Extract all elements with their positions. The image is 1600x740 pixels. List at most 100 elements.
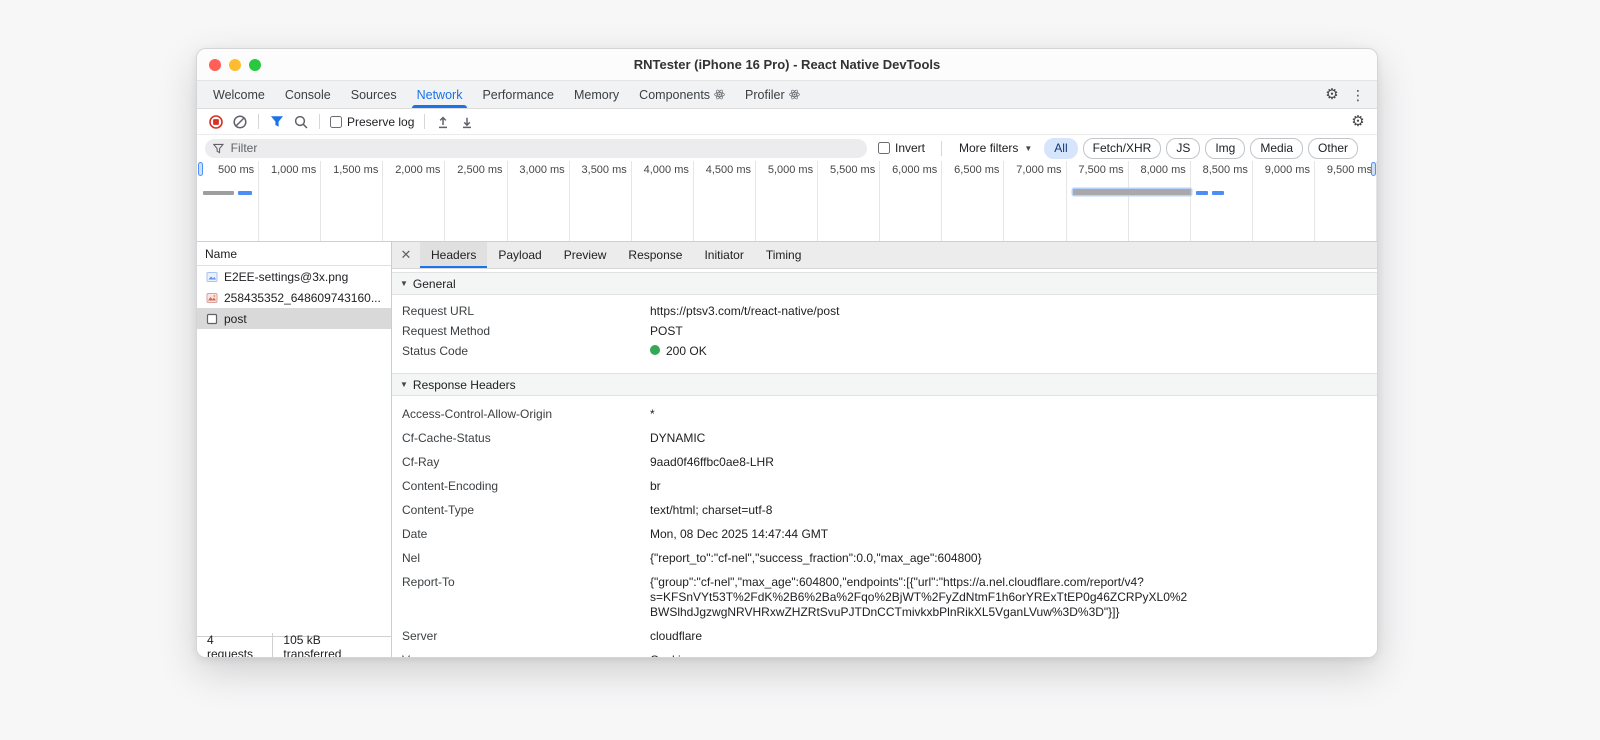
timeline-tick: 7,000 ms bbox=[1004, 161, 1067, 241]
header-row: Cf-Ray 9aad0f46ffbc0ae8-LHR bbox=[392, 450, 1377, 474]
tab-memory[interactable]: Memory bbox=[564, 81, 629, 108]
detail-tab-headers[interactable]: Headers bbox=[420, 242, 488, 268]
section-rows: Request URL https://ptsv3.com/t/react-nat… bbox=[392, 295, 1377, 365]
export-har-button[interactable] bbox=[456, 112, 478, 132]
waterfall-bar-blue bbox=[1195, 191, 1209, 195]
timeline-tick: 6,000 ms bbox=[880, 161, 943, 241]
tab-sources[interactable]: Sources bbox=[341, 81, 407, 108]
minimize-window-button[interactable] bbox=[229, 58, 241, 71]
header-value-text: DYNAMIC bbox=[650, 430, 706, 445]
more-filters-dropdown[interactable]: More filters ▼ bbox=[955, 141, 1036, 155]
request-name: 258435352_648609743160... bbox=[224, 290, 381, 305]
header-value-text: https://ptsv3.com/t/react-native/post bbox=[650, 303, 840, 318]
request-count: 4 requests bbox=[207, 633, 254, 658]
network-content: Name E2EE-settings@3x.png 258435352_64860… bbox=[197, 242, 1377, 657]
tab-console[interactable]: Console bbox=[275, 81, 341, 108]
disclosure-triangle-icon: ▼ bbox=[400, 380, 408, 389]
chip-other[interactable]: Other bbox=[1308, 137, 1359, 159]
more-options-icon[interactable]: ⋮ bbox=[1347, 84, 1369, 106]
tab-welcome[interactable]: Welcome bbox=[203, 81, 275, 108]
import-har-button[interactable] bbox=[432, 112, 454, 132]
tab-bar-actions: ⚙ ⋮ bbox=[1321, 81, 1377, 108]
invert-filter-toggle[interactable]: Invert bbox=[875, 141, 928, 155]
filter-toggle-button[interactable] bbox=[266, 112, 288, 132]
detail-tab-payload[interactable]: Payload bbox=[487, 242, 552, 268]
chip-all[interactable]: All bbox=[1044, 137, 1078, 159]
filter-input[interactable] bbox=[228, 140, 859, 156]
tab-label: Memory bbox=[574, 87, 620, 102]
header-value: text/html; charset=utf-8 bbox=[650, 503, 1369, 518]
close-details-icon[interactable]: ✕ bbox=[392, 242, 420, 268]
request-row-e2ee-settings-3x-png[interactable]: E2EE-settings@3x.png bbox=[197, 266, 391, 287]
clear-icon bbox=[233, 114, 247, 129]
detail-tab-preview[interactable]: Preview bbox=[553, 242, 618, 268]
tab-label: Console bbox=[284, 87, 331, 102]
tab-performance[interactable]: Performance bbox=[472, 81, 564, 108]
network-settings-icon[interactable]: ⚙ bbox=[1347, 111, 1369, 133]
chip-fetch-xhr[interactable]: Fetch/XHR bbox=[1082, 137, 1162, 159]
detail-tab-timing[interactable]: Timing bbox=[755, 242, 813, 268]
timeline-tick: 6,500 ms bbox=[942, 161, 1005, 241]
search-button[interactable] bbox=[290, 112, 312, 132]
fullscreen-window-button[interactable] bbox=[249, 58, 261, 71]
detail-tab-response[interactable]: Response bbox=[617, 242, 693, 268]
request-row-258435352-648609743160-[interactable]: 258435352_648609743160... bbox=[197, 287, 391, 308]
timeline-tick: 500 ms bbox=[197, 161, 260, 241]
request-rows: E2EE-settings@3x.png 258435352_6486097431… bbox=[197, 266, 391, 636]
timeline-tick: 3,000 ms bbox=[508, 161, 570, 241]
document-file-icon bbox=[206, 313, 217, 324]
image-photo-icon-wrapper bbox=[205, 291, 218, 304]
toolbar-divider bbox=[319, 114, 320, 129]
react-icon bbox=[714, 89, 725, 100]
resource-type-chips: All Fetch/XHR JS Img Media Other bbox=[1044, 137, 1359, 159]
timeline-tick: 4,500 ms bbox=[694, 161, 756, 241]
section-header-response-headers[interactable]: ▼ Response Headers bbox=[392, 373, 1377, 396]
clear-network-log-button[interactable] bbox=[229, 112, 251, 132]
tab-network[interactable]: Network bbox=[407, 81, 473, 108]
window-title: RNTester (iPhone 16 Pro) - React Native … bbox=[633, 57, 941, 72]
tab-label: Network bbox=[416, 87, 463, 102]
timeline-left-handle[interactable] bbox=[198, 162, 203, 176]
headers-view: ▼ General Request URL https://ptsv3.com/t/r… bbox=[392, 269, 1377, 657]
close-window-button[interactable] bbox=[209, 58, 221, 71]
image-file-icon bbox=[206, 271, 217, 282]
react-icon bbox=[788, 89, 800, 100]
status-ok-dot bbox=[650, 344, 660, 355]
record-network-log-button[interactable] bbox=[205, 112, 227, 132]
tab-label: Sources bbox=[350, 87, 397, 102]
chip-media[interactable]: Media bbox=[1250, 137, 1304, 159]
network-overview-timeline[interactable]: 500 ms 1,000 ms 1,500 ms 2,000 ms 2,500 ms 3,… bbox=[197, 161, 1377, 242]
chip-img[interactable]: Img bbox=[1205, 137, 1246, 159]
header-row: Cf-Cache-Status DYNAMIC bbox=[392, 426, 1377, 450]
preserve-log-checkbox[interactable] bbox=[330, 115, 342, 128]
tab-label: Welcome bbox=[213, 87, 265, 102]
timeline-tick-label: 6,000 ms bbox=[892, 164, 938, 176]
filter-input-wrapper[interactable] bbox=[205, 138, 867, 158]
header-row: Nel {"report_to":"cf-nel","success_fracti… bbox=[392, 546, 1377, 570]
header-value: https://ptsv3.com/t/react-native/post bbox=[650, 304, 1369, 319]
devtools-settings-icon[interactable]: ⚙ bbox=[1321, 84, 1343, 106]
header-value-text: cloudflare bbox=[650, 628, 703, 643]
section-header-general[interactable]: ▼ General bbox=[392, 272, 1377, 295]
record-icon bbox=[209, 114, 223, 129]
name-column-header[interactable]: Name bbox=[197, 242, 391, 266]
header-value: * bbox=[650, 407, 1369, 422]
header-value: Mon, 08 Dec 2025 14:47:44 GMT bbox=[650, 527, 1369, 542]
request-name: post bbox=[224, 311, 247, 326]
request-row-post[interactable]: post bbox=[197, 308, 391, 329]
upload-icon bbox=[439, 116, 448, 128]
tab-profiler[interactable]: Profiler bbox=[735, 81, 810, 108]
timeline-tick-label: 5,000 ms bbox=[767, 164, 814, 176]
tab-components[interactable]: Components bbox=[629, 81, 735, 108]
header-value-text: {"group":"cf-nel","max_age":604800,"endp… bbox=[650, 574, 1188, 619]
document-icon-wrapper bbox=[205, 312, 218, 325]
timeline-tick-label: 8,000 ms bbox=[1140, 164, 1186, 176]
detail-tab-bar: ✕ Headers Payload Preview Response Initiator… bbox=[392, 242, 1377, 269]
invert-checkbox[interactable] bbox=[878, 142, 890, 154]
preserve-log-toggle[interactable]: Preserve log bbox=[327, 115, 417, 129]
detail-tab-initiator[interactable]: Initiator bbox=[693, 242, 754, 268]
timeline-right-handle[interactable] bbox=[1371, 162, 1376, 176]
header-row: Request URL https://ptsv3.com/t/react-nat… bbox=[392, 301, 1377, 321]
header-name: Status Code bbox=[402, 343, 469, 358]
chip-js[interactable]: JS bbox=[1166, 137, 1201, 159]
